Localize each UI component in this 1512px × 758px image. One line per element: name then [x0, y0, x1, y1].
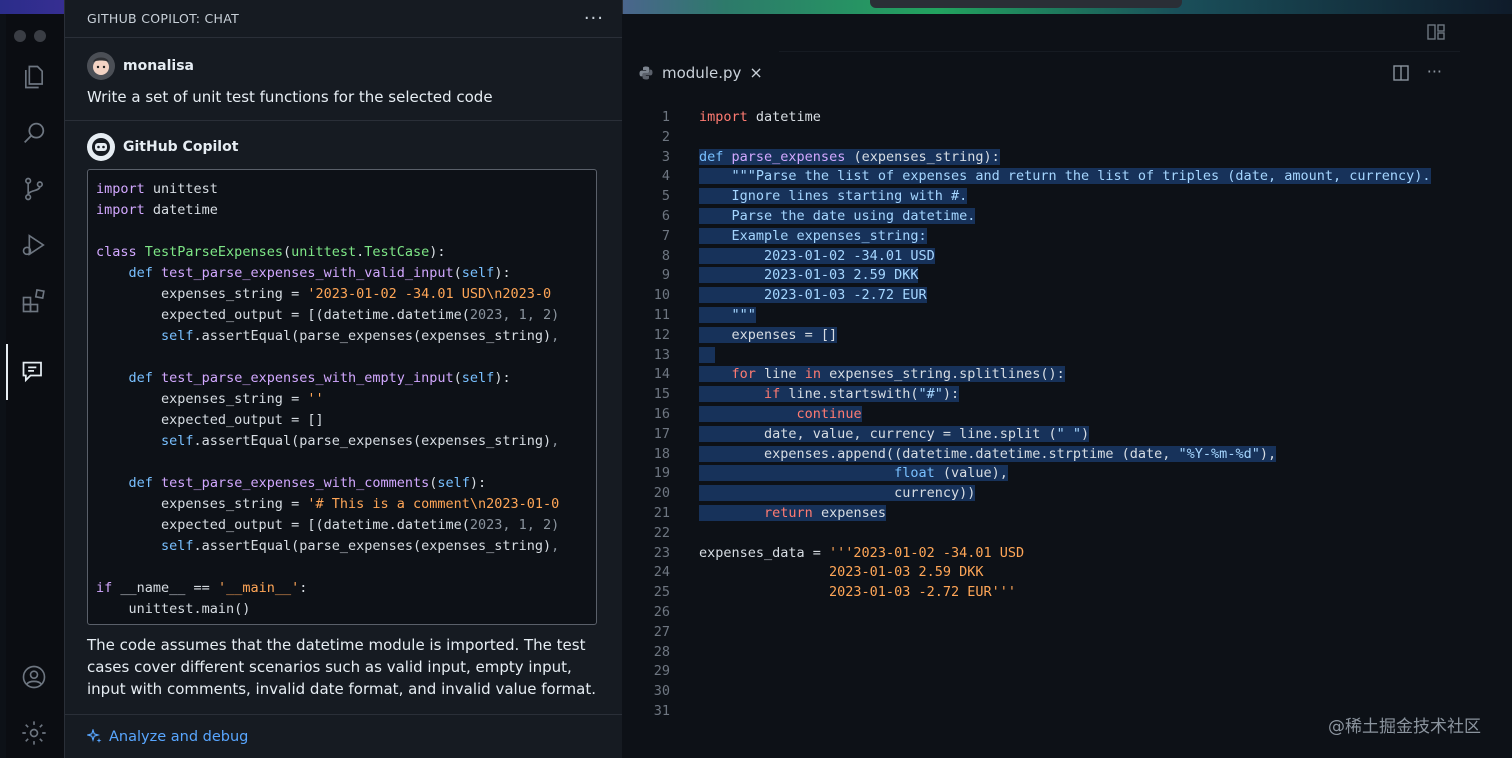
copilot-response: GitHub Copilot import unittest import da… — [65, 121, 622, 700]
tab-label: module.py — [662, 63, 742, 82]
line-numbers: 1 2 3 4 5 6 7 8 9 10 11 12 13 14 15 16 1… — [622, 108, 670, 722]
avatar — [87, 52, 115, 80]
close-tab-button[interactable]: × — [749, 63, 762, 82]
analyze-debug-label: Analyze and debug — [109, 728, 249, 745]
chat-icon[interactable] — [19, 357, 49, 387]
run-debug-icon[interactable] — [19, 230, 49, 260]
copilot-icon — [87, 133, 115, 161]
layout-icon[interactable] — [1426, 22, 1446, 46]
editor-content[interactable]: 1 2 3 4 5 6 7 8 9 10 11 12 13 14 15 16 1… — [622, 108, 1460, 758]
copilot-chat-panel: GITHUB COPILOT: CHAT ··· monalisa Write … — [64, 0, 623, 758]
window-handle — [870, 0, 1182, 8]
split-editor-icon[interactable] — [1392, 64, 1410, 86]
source-control-icon[interactable] — [19, 174, 49, 204]
tab-module-py[interactable]: module.py × — [622, 51, 779, 96]
editor-more-button[interactable]: ··· — [1427, 62, 1442, 81]
generated-code-block[interactable]: import unittest import datetime class Te… — [87, 169, 597, 625]
minimize-window-button[interactable] — [34, 30, 46, 42]
user-prompt: Write a set of unit test functions for t… — [87, 88, 493, 106]
python-file-icon — [639, 66, 653, 79]
bot-header: GitHub Copilot — [87, 133, 600, 161]
active-indicator — [6, 344, 8, 400]
module-code: import datetime def parse_expenses (expe… — [699, 109, 1431, 601]
close-window-button[interactable] — [14, 30, 26, 42]
code-editor: module.py × ··· 1 2 3 4 5 6 7 8 9 10 11 … — [622, 14, 1460, 758]
code-lines: import datetime def parse_expenses (expe… — [699, 108, 1431, 603]
editor-tabs: module.py × ··· — [622, 51, 1460, 96]
user-header: monalisa — [87, 52, 600, 80]
search-icon[interactable] — [19, 118, 49, 148]
response-explanation: The code assumes that the datetime modul… — [87, 636, 597, 698]
window-controls — [14, 30, 46, 42]
activity-bar — [6, 14, 65, 758]
extensions-icon[interactable] — [19, 286, 49, 316]
sparkle-icon — [87, 728, 102, 743]
chat-header: GITHUB COPILOT: CHAT ··· — [65, 0, 622, 38]
chat-footer: Analyze and debug — [65, 714, 622, 758]
user-message: monalisa Write a set of unit test functi… — [65, 38, 622, 121]
account-icon[interactable] — [19, 662, 49, 692]
editor-topbar — [622, 14, 1460, 52]
line-number-text: 1 2 3 4 5 6 7 8 9 10 11 12 13 14 15 16 1… — [653, 109, 670, 719]
analyze-debug-button[interactable]: Analyze and debug — [87, 728, 249, 745]
chat-title: GITHUB COPILOT: CHAT — [87, 11, 240, 26]
more-actions-button[interactable]: ··· — [584, 8, 604, 29]
generated-code: import unittest import datetime class Te… — [96, 181, 560, 617]
files-icon[interactable] — [19, 62, 49, 92]
user-name: monalisa — [123, 58, 194, 74]
settings-icon[interactable] — [19, 718, 49, 748]
bot-name: GitHub Copilot — [123, 139, 239, 155]
watermark: @稀土掘金技术社区 — [1328, 717, 1481, 737]
